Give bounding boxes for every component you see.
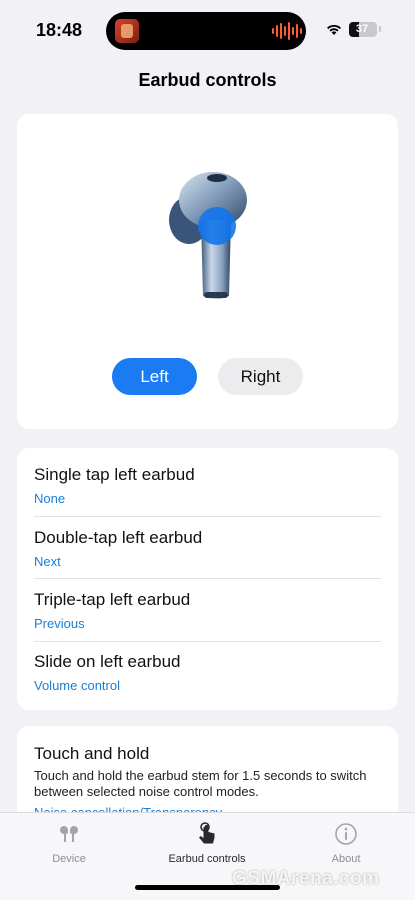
tab-about-label: About (331, 853, 361, 865)
gesture-controls-card: Single tap left earbud None Double-tap l… (17, 448, 398, 710)
tab-about[interactable]: About (286, 821, 406, 865)
tab-earbud-controls[interactable]: Earbud controls (147, 821, 267, 865)
triple-tap-value: Previous (34, 616, 85, 631)
single-tap-title: Single tap left earbud (34, 465, 195, 484)
touch-hold-title: Touch and hold (34, 744, 150, 763)
status-bar: 18:48 37 (0, 0, 415, 62)
tab-device-label: Device (52, 853, 86, 865)
divider (34, 578, 381, 579)
wifi-icon (327, 24, 341, 35)
page-title: Earbud controls (138, 70, 277, 90)
touch-hold-description: Touch and hold the earbud stem for 1.5 s… (34, 768, 367, 799)
triple-tap-row[interactable]: Triple-tap left earbud Previous (34, 590, 381, 631)
battery-percent: 37 (355, 23, 369, 35)
tab-device[interactable]: Device (9, 821, 129, 865)
double-tap-row[interactable]: Double-tap left earbud Next (34, 528, 381, 569)
battery-icon: 37 (349, 22, 377, 37)
home-indicator[interactable] (135, 885, 280, 890)
divider (34, 516, 381, 517)
tab-earbud-controls-label: Earbud controls (168, 853, 246, 865)
single-tap-value: None (34, 491, 66, 506)
battery-tip (379, 26, 381, 32)
slide-title: Slide on left earbud (34, 652, 181, 671)
slide-row[interactable]: Slide on left earbud Volume control (34, 652, 381, 693)
single-tap-row[interactable]: Single tap left earbud None (34, 465, 381, 506)
touch-area-indicator (198, 207, 236, 245)
double-tap-title: Double-tap left earbud (34, 528, 203, 547)
dynamic-island[interactable] (106, 12, 306, 50)
double-tap-value: Next (34, 554, 61, 569)
divider (34, 641, 381, 642)
left-earbud-button[interactable]: Left (112, 358, 197, 395)
now-playing-artwork (115, 19, 139, 43)
right-earbud-button[interactable]: Right (218, 358, 303, 395)
tap-hand-icon (199, 822, 215, 844)
earbuds-icon (60, 826, 78, 842)
audio-waveform-icon (272, 22, 302, 40)
slide-value: Volume control (34, 678, 120, 693)
triple-tap-title: Triple-tap left earbud (34, 590, 191, 609)
info-icon (335, 823, 357, 845)
status-time: 18:48 (36, 20, 83, 40)
earbud-preview-card: Left Right (17, 114, 398, 429)
